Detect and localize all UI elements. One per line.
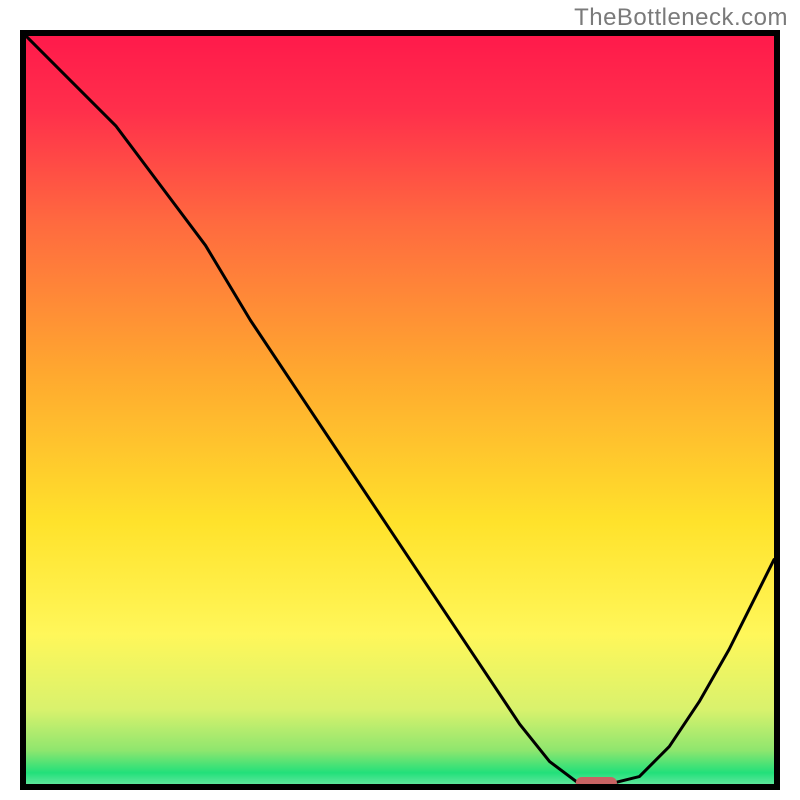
watermark-text: TheBottleneck.com	[574, 4, 788, 32]
gradient-background	[26, 36, 774, 784]
plot-area	[20, 30, 780, 790]
optimal-point-marker	[576, 777, 617, 784]
plot-svg	[26, 36, 774, 784]
chart-frame: TheBottleneck.com	[0, 0, 800, 800]
